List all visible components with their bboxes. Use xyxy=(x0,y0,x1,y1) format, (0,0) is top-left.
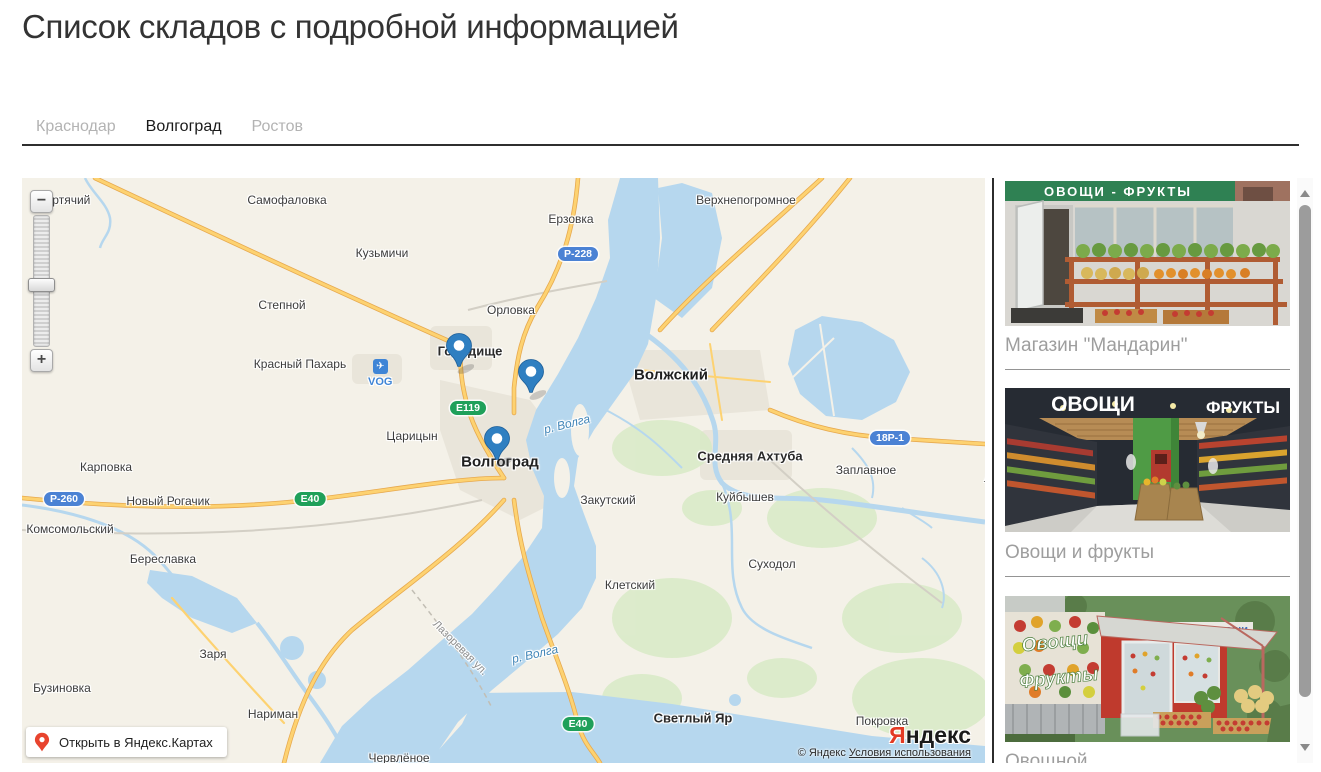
tab-krasnodar[interactable]: Краснодар xyxy=(36,118,116,136)
shop-photo-supermarket[interactable]: ОВОЩИ ФРУКТЫ xyxy=(1005,388,1290,533)
zoom-in-button[interactable]: + xyxy=(30,349,53,372)
yandex-pin-icon xyxy=(34,732,50,752)
map-pin[interactable] xyxy=(516,358,546,402)
page-title: Список складов с подробной информацией xyxy=(22,8,679,45)
road-badge: Р-260 xyxy=(43,492,85,506)
shop-photo-kiosk[interactable]: Овощи Фрукты овощи xyxy=(1005,596,1290,742)
sidebar-divider xyxy=(992,178,994,763)
list-item: ОВОЩИ - ФРУКТЫ Магазин "Мандарин" xyxy=(1005,181,1290,370)
road-badge: Е40 xyxy=(294,492,326,506)
shop-caption: Овощи и фрукты xyxy=(1005,542,1155,563)
supermarket-photo: ОВОЩИ ФРУКТЫ xyxy=(1005,388,1290,532)
copyright-text: © Яндекс xyxy=(797,747,846,759)
map-zoom-control: − + xyxy=(28,190,58,372)
map-pin[interactable] xyxy=(482,425,512,469)
tab-volgograd[interactable]: Волгоград xyxy=(146,118,222,136)
shop-photo-mandarin[interactable]: ОВОЩИ - ФРУКТЫ xyxy=(1005,181,1290,326)
list-item: ОВОЩИ ФРУКТЫ Овощи и фрукты xyxy=(1005,388,1290,577)
svg-text:ФРУКТЫ: ФРУКТЫ xyxy=(1206,398,1280,417)
svg-text:ОВОЩИ: ОВОЩИ xyxy=(1051,393,1135,416)
kiosk-photo: Овощи Фрукты овощи xyxy=(1005,596,1290,742)
shop-caption: Овощной xyxy=(1005,751,1088,763)
road-badge: 18Р-1 xyxy=(869,431,911,445)
scrollbar-thumb[interactable] xyxy=(1299,205,1311,697)
list-item: Овощи Фрукты овощи xyxy=(1005,596,1290,763)
terms-link[interactable]: Условия использования xyxy=(849,747,971,759)
zoom-slider-thumb[interactable] xyxy=(28,278,55,292)
road-badge: Е119 xyxy=(450,401,486,415)
map-pin[interactable] xyxy=(444,332,474,376)
shop-caption: Магазин "Мандарин" xyxy=(1005,335,1188,356)
scroll-down-arrow-icon[interactable] xyxy=(1300,744,1310,751)
open-in-yandex-maps-button[interactable]: Открыть в Яндекс.Картах xyxy=(26,727,227,757)
road-badge: Р-228 xyxy=(557,247,599,261)
city-tabs: Краснодар Волгоград Ростов xyxy=(36,118,303,136)
yandex-map[interactable]: Вертячий Самофаловка Ерзовка Верхнепогромно… xyxy=(22,178,985,763)
yandex-logo[interactable]: Яндекс xyxy=(798,723,971,747)
svg-text:ОВОЩИ - ФРУКТЫ: ОВОЩИ - ФРУКТЫ xyxy=(1044,184,1192,199)
list-separator xyxy=(1005,576,1290,577)
list-separator xyxy=(1005,369,1290,370)
sidebar-scrollbar[interactable] xyxy=(1297,178,1313,763)
road-badge: Е40 xyxy=(562,717,594,731)
storefront-photo: ОВОЩИ - ФРУКТЫ xyxy=(1005,181,1290,326)
tabs-underline xyxy=(22,144,1299,146)
shops-list: ОВОЩИ - ФРУКТЫ Магазин "Мандарин" ОВОЩИ … xyxy=(1005,178,1290,763)
open-maps-label: Открыть в Яндекс.Картах xyxy=(59,734,213,750)
scroll-up-arrow-icon[interactable] xyxy=(1300,190,1310,197)
zoom-out-button[interactable]: − xyxy=(30,190,53,213)
map-canvas xyxy=(22,178,985,763)
zoom-slider-track[interactable] xyxy=(28,215,55,347)
map-attribution: Яндекс © Яндекс Условия использования xyxy=(798,723,971,759)
tab-rostov[interactable]: Ростов xyxy=(252,118,303,136)
